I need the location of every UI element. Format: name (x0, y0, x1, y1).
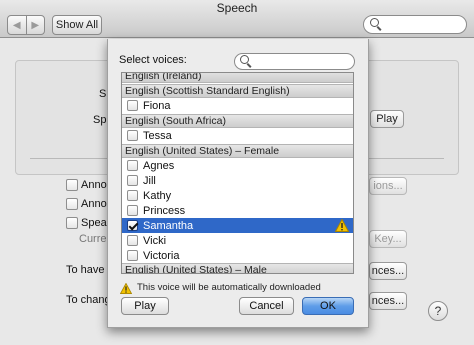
date-time-label: To chang (66, 294, 111, 306)
voice-row-samantha[interactable]: Samantha (122, 218, 353, 233)
show-all-button[interactable]: Show All (52, 15, 102, 35)
group-header-english-scottish: English (Scottish Standard English) (122, 84, 353, 98)
group-header-english-ireland: English (Ireland) (122, 73, 353, 83)
voice-row-jill[interactable]: Jill (122, 173, 353, 188)
group-header-english-us-female: English (United States) – Female (122, 144, 353, 158)
cancel-button[interactable]: Cancel (239, 297, 294, 315)
voice-list[interactable]: English (Ireland) English (Scottish Stan… (121, 72, 354, 274)
voice-checkbox[interactable] (127, 100, 138, 111)
voice-name: Princess (143, 204, 186, 217)
ok-button[interactable]: OK (302, 297, 354, 315)
warning-icon (120, 283, 132, 294)
voice-checkbox[interactable] (127, 250, 138, 261)
voice-row-victoria[interactable]: Victoria (122, 248, 353, 263)
voice-checkbox[interactable] (127, 235, 138, 246)
voice-name: Fiona (143, 99, 171, 112)
preferences-search-field[interactable] (363, 15, 467, 34)
announce-app-checkbox[interactable] (66, 198, 78, 210)
voice-row-vicki[interactable]: Vicki (122, 233, 353, 248)
voice-search-field[interactable] (234, 53, 355, 70)
voice-checkbox[interactable] (127, 130, 138, 141)
window-toolbar: Speech ◀ ▶ Show All (0, 0, 474, 38)
back-button[interactable]: ◀ (8, 16, 27, 34)
voice-name: Jill (143, 174, 156, 187)
voice-name: Agnes (143, 159, 175, 172)
voice-name: Victoria (143, 249, 180, 262)
forward-button[interactable]: ▶ (27, 16, 45, 34)
system-voice-label: S (99, 88, 107, 100)
voice-row-agnes[interactable]: Agnes (122, 158, 353, 173)
play-button[interactable]: Play (121, 297, 169, 315)
warning-icon (335, 219, 349, 232)
alert-options-button[interactable]: ions... (369, 177, 407, 195)
voice-name: Kathy (143, 189, 172, 202)
download-notice: This voice will be automatically downloa… (137, 282, 321, 293)
speak-selected-text-checkbox[interactable] (66, 217, 78, 229)
background-play-button[interactable]: Play (370, 110, 404, 128)
voice-checkbox[interactable] (127, 190, 138, 201)
speaking-rate-label: Sp (93, 114, 107, 126)
voice-checkbox[interactable] (127, 205, 138, 216)
group-header-english-south-africa: English (South Africa) (122, 114, 353, 128)
voice-row-fiona[interactable]: Fiona (122, 98, 353, 113)
voice-name: Tessa (143, 129, 172, 142)
group-header-english-us-male: English (United States) – Male (122, 263, 353, 273)
voice-name: Samantha (143, 219, 194, 232)
voice-row-princess[interactable]: Princess (122, 203, 353, 218)
voice-checkbox[interactable] (127, 160, 138, 171)
announce-alerts-checkbox[interactable] (66, 179, 78, 191)
open-universal-access-button[interactable]: nces... (369, 262, 407, 280)
voice-checkbox-checked[interactable] (127, 220, 138, 231)
set-key-button[interactable]: Key... (369, 230, 407, 248)
sheet-title: Select voices: (119, 54, 187, 66)
help-button[interactable]: ? (428, 301, 448, 321)
window-title: Speech (216, 1, 258, 15)
voice-row-tessa[interactable]: Tessa (122, 128, 353, 143)
current-key-label: Curre (79, 233, 107, 245)
voice-checkbox[interactable] (127, 175, 138, 186)
select-voices-sheet: Select voices: English (Ireland) English… (107, 39, 369, 328)
open-date-time-button[interactable]: nces... (369, 292, 407, 310)
voice-name: Vicki (143, 234, 167, 247)
universal-access-label: To have (66, 264, 105, 276)
magnifier-icon (370, 18, 379, 27)
voice-row-kathy[interactable]: Kathy (122, 188, 353, 203)
magnifier-icon (240, 55, 249, 64)
navigation-buttons: ◀ ▶ (7, 15, 45, 35)
